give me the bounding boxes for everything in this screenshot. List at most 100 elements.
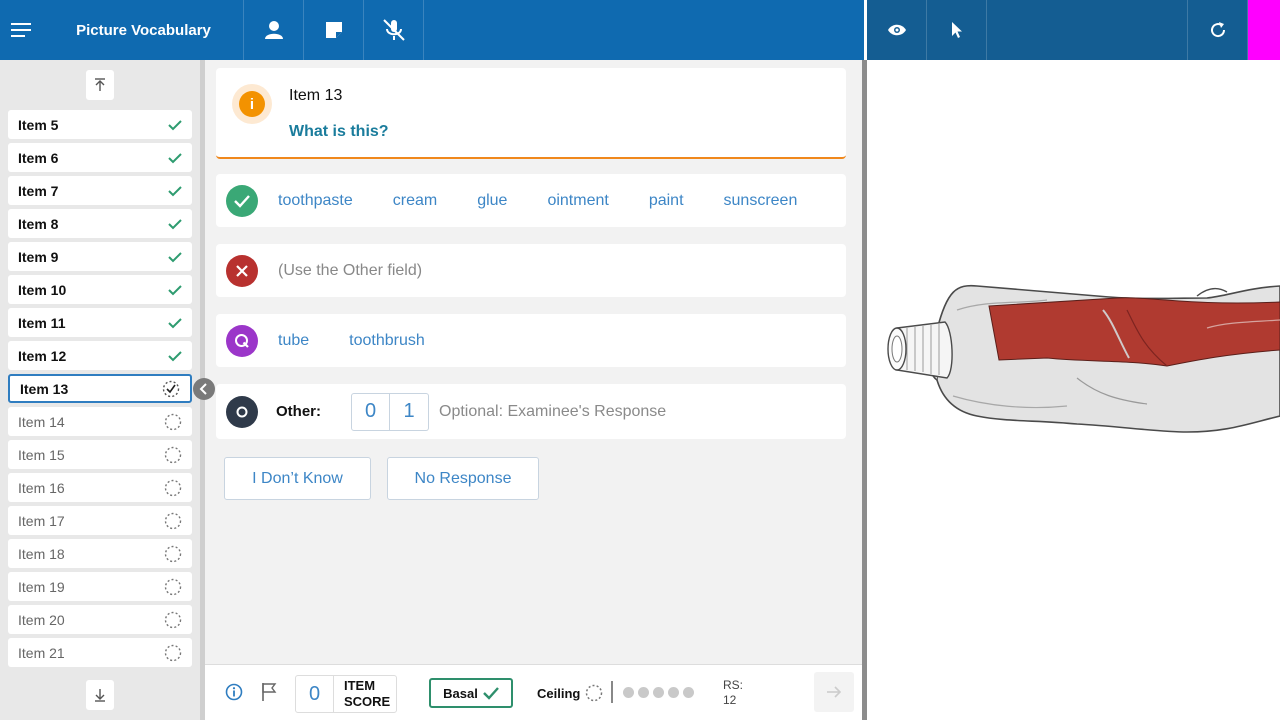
sidebar-item-label: Item 18 (18, 545, 65, 562)
progress-dot (653, 687, 664, 698)
item-label: Item 13 (289, 87, 343, 104)
pending-icon (164, 545, 182, 563)
sidebar-item-label: Item 20 (18, 611, 65, 628)
item-score-label-line1: ITEM (344, 678, 376, 693)
sidebar-item[interactable]: Item 19 (8, 572, 192, 601)
pointer-icon (951, 22, 962, 38)
other-score-0-button[interactable]: 0 (351, 392, 390, 431)
question-card: i Item 13 What is this? (216, 68, 846, 159)
correct-response[interactable]: paint (649, 192, 684, 210)
collapse-sidebar-button[interactable] (193, 378, 215, 400)
checkmark-icon (168, 152, 182, 164)
sidebar-item[interactable]: Item 8 (8, 209, 192, 238)
sidebar-item[interactable]: Item 7 (8, 176, 192, 205)
correct-response[interactable]: toothpaste (278, 192, 353, 210)
correct-response[interactable]: sunscreen (724, 192, 798, 210)
sidebar-item[interactable]: Item 11 (8, 308, 192, 337)
accent-marker (1248, 0, 1280, 60)
top-bar: Picture Vocabulary (0, 0, 864, 60)
refresh-icon (1210, 22, 1225, 38)
correct-responses-row: toothpaste cream glue ointment paint sun… (216, 174, 846, 227)
other-response-row: Other: 0 1 (216, 384, 846, 439)
sidebar-item-label: Item 19 (18, 578, 65, 595)
sidebar-item[interactable]: Item 16 (8, 473, 192, 502)
sidebar-item-label: Item 6 (18, 149, 59, 166)
pending-icon (164, 644, 182, 662)
sidebar-item[interactable]: Item 15 (8, 440, 192, 469)
correct-response[interactable]: glue (477, 192, 507, 210)
progress-dot (638, 687, 649, 698)
preview-button[interactable] (867, 0, 927, 60)
other-button[interactable] (226, 395, 258, 428)
sidebar-item-label: Item 9 (18, 248, 59, 265)
info-icon: i (239, 91, 265, 117)
checkmark-icon (168, 119, 182, 131)
basal-status: Basal (429, 678, 513, 708)
pointer-button[interactable] (927, 0, 987, 60)
sidebar-item[interactable]: Item 21 (8, 638, 192, 667)
other-response-input[interactable] (439, 402, 699, 421)
sidebar-item[interactable]: Item 20 (8, 605, 192, 634)
info-badge: i (232, 84, 272, 124)
sidebar-item[interactable]: Item 14 (8, 407, 192, 436)
checkmark-icon (168, 218, 182, 230)
notes-button[interactable] (304, 0, 364, 60)
menu-button[interactable] (0, 0, 44, 60)
scroll-bottom-button[interactable] (86, 680, 114, 710)
note-icon (325, 22, 342, 38)
checkmark-icon (168, 317, 182, 329)
mic-off-icon (382, 19, 405, 41)
sidebar-item[interactable]: Item 9 (8, 242, 192, 271)
no-response-button[interactable]: No Response (387, 457, 539, 500)
chevron-left-icon (199, 383, 207, 395)
ceiling-divider (611, 681, 613, 703)
other-label: Other: (276, 403, 321, 420)
correct-response[interactable]: cream (393, 192, 437, 210)
picture-toolbar (867, 0, 1280, 60)
sidebar-item[interactable]: Item 12 (8, 341, 192, 370)
progress-dot (683, 687, 694, 698)
dont-know-button[interactable]: I Don’t Know (224, 457, 371, 500)
sidebar-item[interactable]: Item 13 (8, 374, 192, 403)
app-root: Picture Vocabulary Item 5 Item 6 Item 7 Ite… (0, 0, 1280, 720)
sidebar-item-label: Item 14 (18, 413, 65, 430)
item-info-button[interactable] (225, 683, 243, 701)
sidebar-item[interactable]: Item 5 (8, 110, 192, 139)
pending-icon (164, 479, 182, 497)
arrow-right-icon (827, 686, 842, 698)
incorrect-score-button[interactable] (226, 254, 258, 287)
sidebar-item[interactable]: Item 10 (8, 275, 192, 304)
checkmark-icon (168, 251, 182, 263)
query-button[interactable] (226, 324, 258, 357)
flag-button[interactable] (261, 682, 277, 702)
query-response[interactable]: tube (278, 332, 309, 350)
scroll-top-button[interactable] (86, 70, 114, 100)
correct-response[interactable]: ointment (547, 192, 608, 210)
sidebar-item[interactable]: Item 17 (8, 506, 192, 535)
next-item-button[interactable] (814, 672, 854, 712)
query-responses-row: tube toothbrush (216, 314, 846, 367)
correct-score-button[interactable] (226, 184, 258, 217)
sidebar-item-label: Item 7 (18, 182, 59, 199)
refresh-button[interactable] (1188, 0, 1248, 60)
menu-icon (11, 23, 31, 37)
incorrect-placeholder: (Use the Other field) (278, 261, 423, 279)
other-score-1-button[interactable]: 1 (390, 392, 429, 431)
question-prompt: What is this? (289, 123, 389, 140)
flag-icon (262, 683, 277, 701)
mic-toggle-button[interactable] (364, 0, 424, 60)
sidebar-item-label: Item 10 (18, 281, 67, 298)
sidebar-item-label: Item 21 (18, 644, 65, 661)
query-response[interactable]: toothbrush (349, 332, 425, 350)
examinee-button[interactable] (244, 0, 304, 60)
person-icon (264, 21, 283, 39)
sidebar-item[interactable]: Item 6 (8, 143, 192, 172)
app-title: Picture Vocabulary (44, 0, 244, 60)
scoring-panel: i Item 13 What is this? toothpaste cream… (205, 60, 862, 664)
basal-label: Basal (443, 685, 478, 701)
raw-score-value: 12 (723, 693, 737, 707)
other-o-icon (236, 406, 248, 417)
in-progress-icon (162, 380, 180, 398)
raw-score-label: RS: (723, 678, 744, 692)
sidebar-item[interactable]: Item 18 (8, 539, 192, 568)
